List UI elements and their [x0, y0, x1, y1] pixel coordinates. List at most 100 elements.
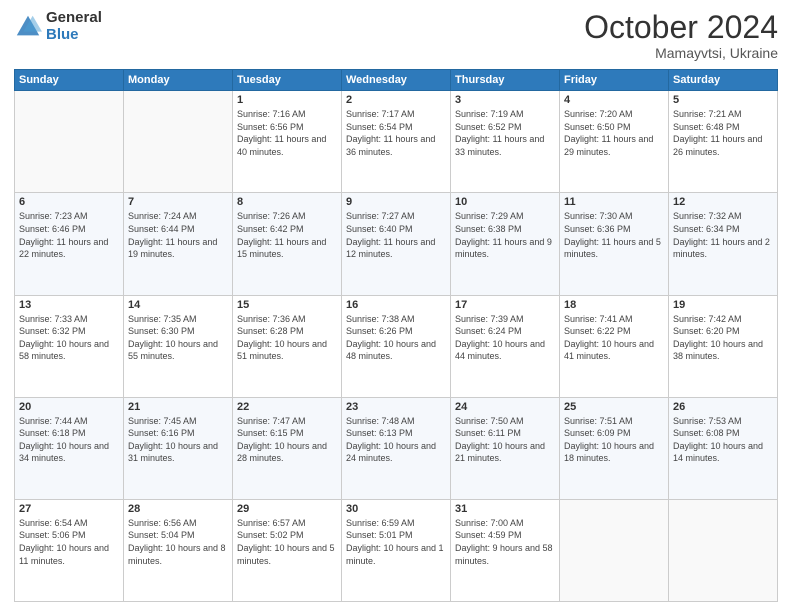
day-info: Sunrise: 7:33 AM Sunset: 6:32 PM Dayligh… [19, 313, 119, 363]
day-info: Sunrise: 7:21 AM Sunset: 6:48 PM Dayligh… [673, 108, 773, 158]
calendar-cell: 28Sunrise: 6:56 AM Sunset: 5:04 PM Dayli… [124, 499, 233, 601]
day-info: Sunrise: 7:53 AM Sunset: 6:08 PM Dayligh… [673, 415, 773, 465]
weekday-header-monday: Monday [124, 70, 233, 91]
week-row-2: 6 Sunrise: 7:23 AM Sunset: 6:46 PM Daylig… [15, 193, 778, 295]
day-number: 22 [237, 401, 337, 413]
calendar-cell: 15 Sunrise: 7:36 AM Sunset: 6:28 PM Dayli… [233, 295, 342, 397]
day-number: 4 [564, 94, 664, 106]
day-info: Sunrise: 7:27 AM Sunset: 6:40 PM Dayligh… [346, 210, 446, 260]
calendar-cell: 21Sunrise: 7:45 AM Sunset: 6:16 PM Dayli… [124, 397, 233, 499]
day-number: 9 [346, 196, 446, 208]
calendar-cell: 27 Sunrise: 6:54 AM Sunset: 5:06 PM Dayli… [15, 499, 124, 601]
day-number: 28 [128, 503, 228, 515]
calendar-cell: 12Sunrise: 7:32 AM Sunset: 6:34 PM Dayli… [669, 193, 778, 295]
calendar-cell: 8 Sunrise: 7:26 AM Sunset: 6:42 PM Daylig… [233, 193, 342, 295]
calendar-cell: 4 Sunrise: 7:20 AM Sunset: 6:50 PM Daylig… [560, 91, 669, 193]
calendar-cell: 1Sunrise: 7:16 AM Sunset: 6:56 PM Daylig… [233, 91, 342, 193]
calendar-cell: 29 Sunrise: 6:57 AM Sunset: 5:02 PM Dayli… [233, 499, 342, 601]
calendar-cell: 25 Sunrise: 7:51 AM Sunset: 6:09 PM Dayli… [560, 397, 669, 499]
day-number: 13 [19, 299, 119, 311]
day-info: Sunrise: 7:29 AM Sunset: 6:38 PM Dayligh… [455, 210, 555, 260]
weekday-header-sunday: Sunday [15, 70, 124, 91]
day-number: 30 [346, 503, 446, 515]
calendar-cell: 20 Sunrise: 7:44 AM Sunset: 6:18 PM Dayli… [15, 397, 124, 499]
day-number: 1 [237, 94, 337, 106]
day-info: Sunrise: 7:44 AM Sunset: 6:18 PM Dayligh… [19, 415, 119, 465]
weekday-header-row: SundayMondayTuesdayWednesdayThursdayFrid… [15, 70, 778, 91]
calendar-cell: 2 Sunrise: 7:17 AM Sunset: 6:54 PM Daylig… [342, 91, 451, 193]
weekday-header-wednesday: Wednesday [342, 70, 451, 91]
day-number: 2 [346, 94, 446, 106]
day-info: Sunrise: 6:54 AM Sunset: 5:06 PM Dayligh… [19, 517, 119, 567]
day-info: Sunrise: 7:20 AM Sunset: 6:50 PM Dayligh… [564, 108, 664, 158]
day-number: 7 [128, 196, 228, 208]
day-info: Sunrise: 7:36 AM Sunset: 6:28 PM Dayligh… [237, 313, 337, 363]
day-info: Sunrise: 7:19 AM Sunset: 6:52 PM Dayligh… [455, 108, 555, 158]
calendar-cell: 17 Sunrise: 7:39 AM Sunset: 6:24 PM Dayli… [451, 295, 560, 397]
weekday-header-thursday: Thursday [451, 70, 560, 91]
day-info: Sunrise: 7:30 AM Sunset: 6:36 PM Dayligh… [564, 210, 664, 260]
day-info: Sunrise: 7:42 AM Sunset: 6:20 PM Dayligh… [673, 313, 773, 363]
logo-text: General Blue [46, 10, 102, 43]
day-info: Sunrise: 7:51 AM Sunset: 6:09 PM Dayligh… [564, 415, 664, 465]
calendar-cell: 19 Sunrise: 7:42 AM Sunset: 6:20 PM Dayli… [669, 295, 778, 397]
weekday-header-saturday: Saturday [669, 70, 778, 91]
day-info: Sunrise: 7:45 AM Sunset: 6:16 PM Dayligh… [128, 415, 228, 465]
calendar-table: SundayMondayTuesdayWednesdayThursdayFrid… [14, 69, 778, 602]
day-number: 19 [673, 299, 773, 311]
calendar-cell [124, 91, 233, 193]
calendar-cell [15, 91, 124, 193]
calendar-cell: 26Sunrise: 7:53 AM Sunset: 6:08 PM Dayli… [669, 397, 778, 499]
calendar-cell: 11 Sunrise: 7:30 AM Sunset: 6:36 PM Dayli… [560, 193, 669, 295]
day-number: 10 [455, 196, 555, 208]
logo-icon [14, 13, 42, 41]
day-info: Sunrise: 7:41 AM Sunset: 6:22 PM Dayligh… [564, 313, 664, 363]
day-number: 24 [455, 401, 555, 413]
day-info: Sunrise: 7:23 AM Sunset: 6:46 PM Dayligh… [19, 210, 119, 260]
title-block: October 2024 Mamayvtsi, Ukraine [584, 10, 778, 61]
day-info: Sunrise: 6:57 AM Sunset: 5:02 PM Dayligh… [237, 517, 337, 567]
header: General Blue October 2024 Mamayvtsi, Ukr… [14, 10, 778, 61]
day-number: 31 [455, 503, 555, 515]
calendar-cell: 30 Sunrise: 6:59 AM Sunset: 5:01 PM Dayli… [342, 499, 451, 601]
calendar-cell: 10 Sunrise: 7:29 AM Sunset: 6:38 PM Dayli… [451, 193, 560, 295]
day-info: Sunrise: 7:38 AM Sunset: 6:26 PM Dayligh… [346, 313, 446, 363]
day-number: 25 [564, 401, 664, 413]
weekday-header-tuesday: Tuesday [233, 70, 342, 91]
day-info: Sunrise: 7:00 AM Sunset: 4:59 PM Dayligh… [455, 517, 555, 567]
location-subtitle: Mamayvtsi, Ukraine [584, 45, 778, 61]
day-number: 29 [237, 503, 337, 515]
day-info: Sunrise: 7:26 AM Sunset: 6:42 PM Dayligh… [237, 210, 337, 260]
month-title: October 2024 [584, 10, 778, 45]
day-number: 8 [237, 196, 337, 208]
day-number: 15 [237, 299, 337, 311]
day-number: 5 [673, 94, 773, 106]
day-number: 20 [19, 401, 119, 413]
day-info: Sunrise: 7:39 AM Sunset: 6:24 PM Dayligh… [455, 313, 555, 363]
week-row-1: 1Sunrise: 7:16 AM Sunset: 6:56 PM Daylig… [15, 91, 778, 193]
calendar-cell: 5 Sunrise: 7:21 AM Sunset: 6:48 PM Daylig… [669, 91, 778, 193]
week-row-4: 20 Sunrise: 7:44 AM Sunset: 6:18 PM Dayli… [15, 397, 778, 499]
day-info: Sunrise: 7:50 AM Sunset: 6:11 PM Dayligh… [455, 415, 555, 465]
calendar-cell: 9 Sunrise: 7:27 AM Sunset: 6:40 PM Daylig… [342, 193, 451, 295]
day-number: 17 [455, 299, 555, 311]
calendar-cell: 22 Sunrise: 7:47 AM Sunset: 6:15 PM Dayli… [233, 397, 342, 499]
calendar-cell: 6 Sunrise: 7:23 AM Sunset: 6:46 PM Daylig… [15, 193, 124, 295]
day-number: 11 [564, 196, 664, 208]
calendar-cell: 7Sunrise: 7:24 AM Sunset: 6:44 PM Daylig… [124, 193, 233, 295]
day-number: 6 [19, 196, 119, 208]
day-info: Sunrise: 7:47 AM Sunset: 6:15 PM Dayligh… [237, 415, 337, 465]
day-info: Sunrise: 6:59 AM Sunset: 5:01 PM Dayligh… [346, 517, 446, 567]
day-number: 27 [19, 503, 119, 515]
calendar-cell: 13 Sunrise: 7:33 AM Sunset: 6:32 PM Dayli… [15, 295, 124, 397]
day-number: 16 [346, 299, 446, 311]
page: General Blue October 2024 Mamayvtsi, Ukr… [0, 0, 792, 612]
day-info: Sunrise: 7:17 AM Sunset: 6:54 PM Dayligh… [346, 108, 446, 158]
day-number: 23 [346, 401, 446, 413]
logo-general-text: General [46, 10, 102, 27]
logo: General Blue [14, 10, 102, 43]
calendar-cell: 23Sunrise: 7:48 AM Sunset: 6:13 PM Dayli… [342, 397, 451, 499]
week-row-5: 27 Sunrise: 6:54 AM Sunset: 5:06 PM Dayli… [15, 499, 778, 601]
calendar-cell: 24 Sunrise: 7:50 AM Sunset: 6:11 PM Dayli… [451, 397, 560, 499]
calendar-cell [669, 499, 778, 601]
